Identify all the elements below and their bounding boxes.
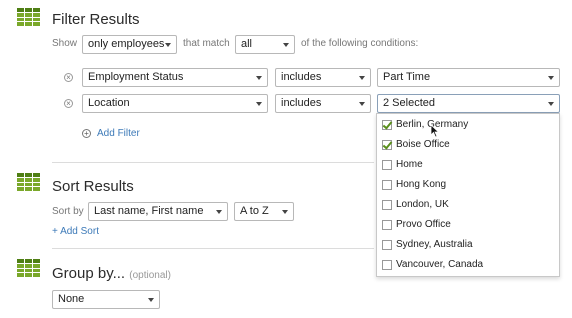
sort-by-label: Sort by (52, 206, 84, 217)
conditions-label: of the following conditions: (301, 38, 419, 49)
dropdown-option[interactable]: Berlin, Germany (377, 116, 559, 136)
chevron-down-icon (548, 102, 554, 106)
add-filter-link[interactable]: Add Filter (97, 128, 140, 139)
show-label: Show (52, 38, 78, 49)
checkbox[interactable] (382, 139, 393, 150)
dropdown-option[interactable]: Provo Office (377, 216, 559, 236)
filter-value-select[interactable]: Part Time (377, 68, 560, 87)
chevron-down-icon (548, 76, 554, 80)
filter-field-select[interactable]: Employment Status (82, 68, 268, 87)
add-sort-link[interactable]: + Add Sort (52, 226, 99, 237)
show-select[interactable]: only employees (82, 35, 177, 54)
checkmark-icon (382, 119, 393, 130)
add-filter-icon[interactable]: + (82, 129, 91, 138)
that-match-label: that match (183, 38, 230, 49)
filter-operator-select[interactable]: includes (275, 94, 371, 113)
chevron-down-icon (165, 43, 171, 47)
dropdown-option[interactable]: Hong Kong (377, 176, 559, 196)
location-dropdown-list: Berlin, Germany Boise Office Home Hong K… (376, 113, 560, 277)
mouse-pointer-icon (430, 124, 440, 138)
dropdown-option[interactable]: London, UK (377, 196, 559, 216)
chevron-down-icon (256, 102, 262, 106)
chevron-down-icon (282, 210, 288, 214)
chevron-down-icon (148, 298, 154, 302)
checkbox[interactable] (382, 160, 392, 170)
checkbox[interactable] (382, 180, 392, 190)
section-divider (52, 248, 374, 249)
match-select[interactable]: all (235, 35, 295, 54)
chevron-down-icon (359, 102, 365, 106)
dropdown-option[interactable]: Vancouver, Canada (377, 256, 559, 276)
dropdown-option[interactable]: Home (377, 156, 559, 176)
filter-operator-select[interactable]: includes (275, 68, 371, 87)
sort-field-select[interactable]: Last name, First name (88, 202, 228, 221)
sort-order-select[interactable]: A to Z (234, 202, 294, 221)
section-divider (52, 162, 374, 163)
group-by-select[interactable]: None (52, 290, 160, 309)
sort-results-title: Sort Results (52, 178, 134, 195)
location-value-select[interactable]: 2 Selected (377, 94, 560, 113)
chevron-down-icon (283, 43, 289, 47)
dropdown-option[interactable]: Sydney, Australia (377, 236, 559, 256)
filter-field-select[interactable]: Location (82, 94, 268, 113)
remove-filter-icon[interactable]: × (64, 99, 73, 108)
remove-filter-icon[interactable]: × (64, 73, 73, 82)
group-by-title: Group by... (optional) (52, 265, 171, 282)
dropdown-option[interactable]: Boise Office (377, 136, 559, 156)
chevron-down-icon (216, 210, 222, 214)
filter-results-title: Filter Results (52, 11, 140, 28)
optional-label: (optional) (129, 270, 171, 281)
group-section-icon (17, 259, 40, 277)
checkbox[interactable] (382, 260, 392, 270)
filter-section-icon (17, 8, 40, 26)
chevron-down-icon (256, 76, 262, 80)
sort-section-icon (17, 173, 40, 191)
checkmark-icon (382, 139, 393, 150)
checkbox[interactable] (382, 220, 392, 230)
chevron-down-icon (359, 76, 365, 80)
checkbox[interactable] (382, 200, 392, 210)
checkbox[interactable] (382, 119, 393, 130)
checkbox[interactable] (382, 240, 392, 250)
